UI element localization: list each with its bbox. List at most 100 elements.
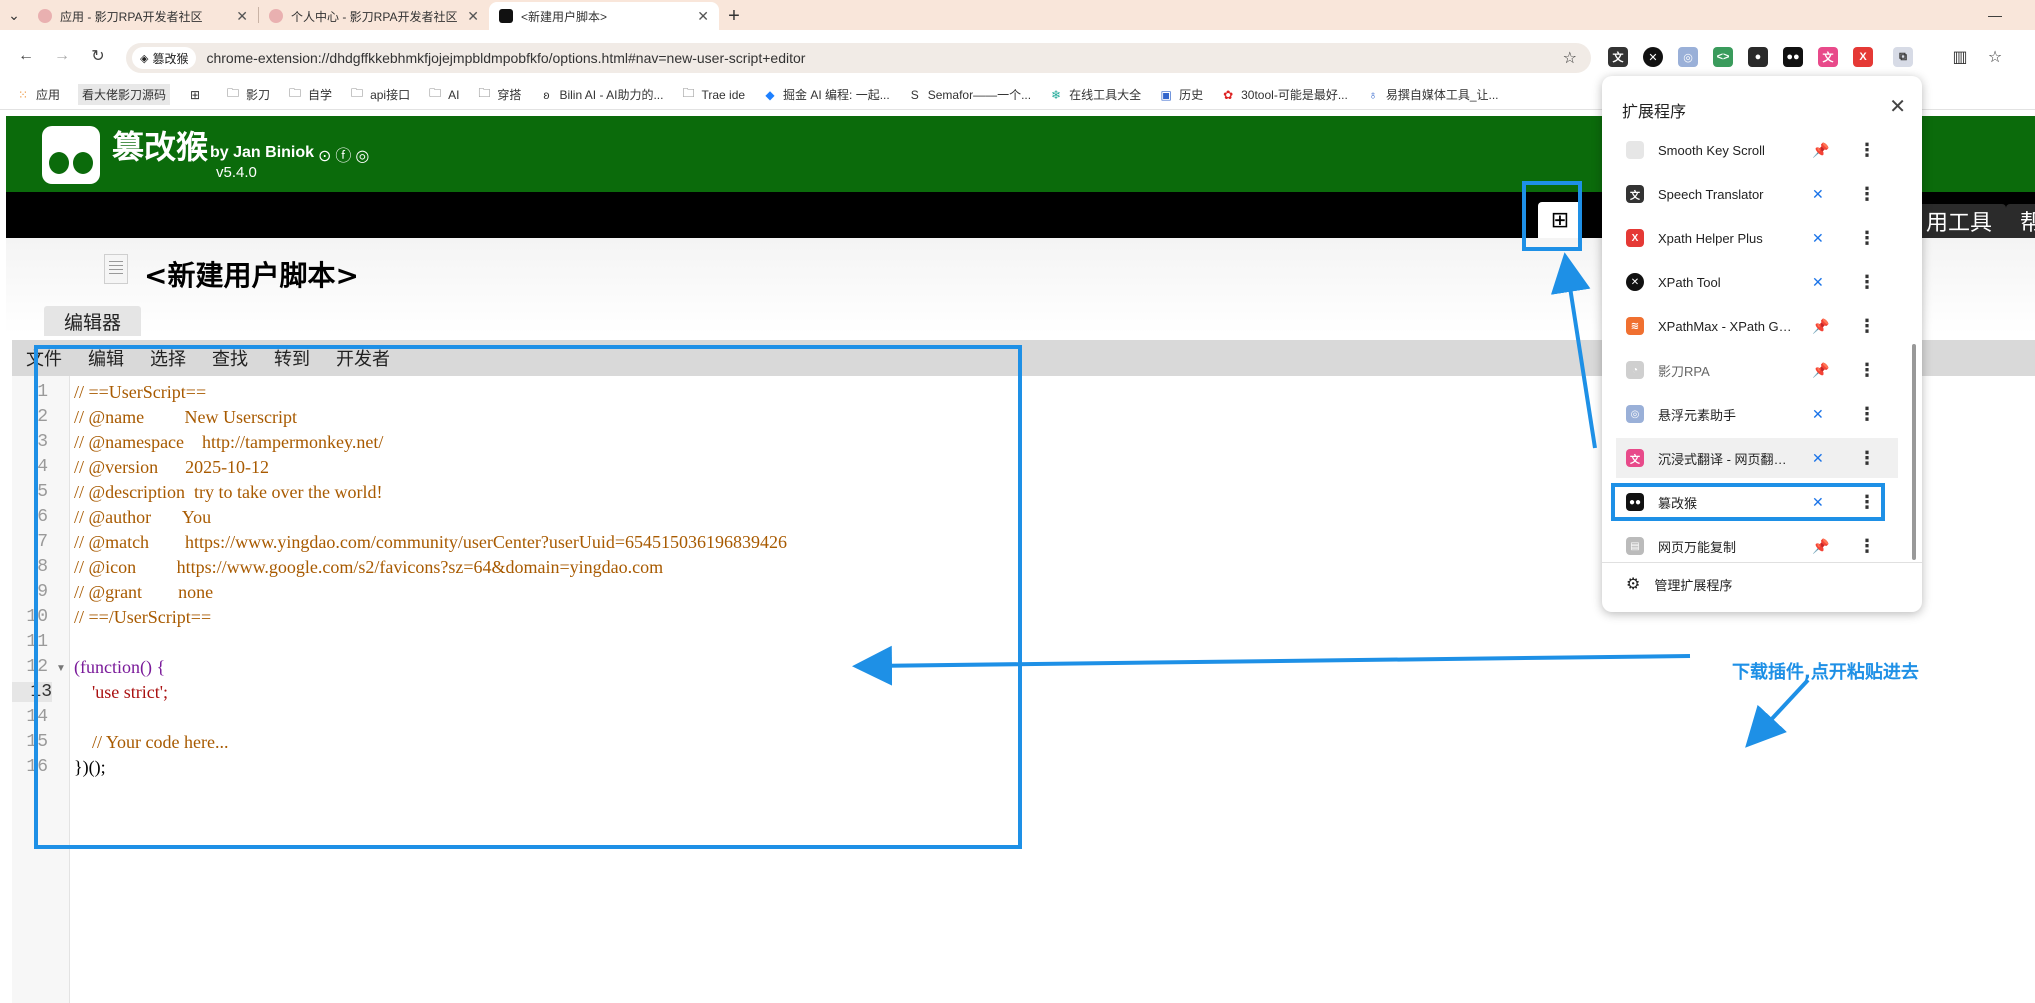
more-vert-icon[interactable]: ⋮ — [1858, 360, 1876, 381]
xpath-icon[interactable]: X — [1853, 47, 1873, 67]
pin-icon[interactable]: 📌 — [1812, 318, 1829, 335]
bookmark-item[interactable]: ⁙ 应用 — [16, 86, 60, 103]
extensions-scrollbar[interactable] — [1912, 344, 1916, 560]
menu-developer[interactable]: 开发者 — [336, 345, 390, 371]
nav-tab-utilities[interactable]: 用工具 — [1912, 204, 2007, 238]
browser-tab[interactable]: 应用 - 影刀RPA开发者社区 ✕ — [28, 2, 258, 30]
code-line: // @match https://www.yingdao.com/commun… — [74, 532, 787, 552]
more-vert-icon[interactable]: ⋮ — [1858, 272, 1876, 293]
unpin-icon[interactable]: ✕ — [1812, 406, 1824, 423]
line-number: 14 — [26, 707, 48, 727]
menu-select[interactable]: 选择 — [150, 345, 186, 371]
code-icon[interactable]: <> — [1713, 47, 1733, 67]
unpin-icon[interactable]: ✕ — [1812, 274, 1824, 291]
bookmark-folder[interactable]: 🗀 AI — [428, 86, 459, 102]
line-number: 10 — [26, 607, 48, 627]
unpin-icon[interactable]: ✕ — [1812, 186, 1824, 203]
extension-item[interactable]: 文 沉浸式翻译 - 网页翻译... ✕ ⋮ — [1616, 438, 1898, 478]
tab-search-icon[interactable]: ⌄ — [0, 0, 28, 30]
bookmark-item[interactable]: ❄ 在线工具大全 — [1049, 86, 1141, 103]
bookmark-item[interactable]: 看大佬影刀源码 — [78, 84, 171, 105]
new-script-tab-icon[interactable]: ⊞ — [1538, 202, 1582, 238]
tampermonkey-icon[interactable]: ●● — [1783, 47, 1803, 67]
unpin-icon[interactable]: ✕ — [1812, 494, 1824, 511]
fold-arrow-icon[interactable]: ▼ — [56, 663, 66, 674]
extension-name: 影刀RPA — [1658, 363, 1710, 379]
extension-item[interactable]: ▤ 网页万能复制 📌 ⋮ — [1616, 526, 1898, 566]
bookmark-item[interactable]: ♁ 易撰自媒体工具_让... — [1366, 86, 1498, 103]
new-tab-button[interactable]: + — [719, 2, 749, 30]
more-vert-icon[interactable]: ⋮ — [1858, 404, 1876, 425]
bookmark-folder[interactable]: 🗀 api接口 — [350, 86, 410, 103]
code-line: // @namespace http://tampermonkey.net/ — [74, 432, 384, 452]
bookmark-item[interactable]: ✿ 30tool-可能是最好... — [1221, 86, 1348, 103]
nav-tab-help[interactable]: 帮 — [2006, 204, 2035, 238]
close-icon[interactable]: ✕ — [1889, 94, 1906, 119]
extension-item[interactable]: ◔ 影刀RPA 📌 ⋮ — [1616, 350, 1898, 390]
bookmark-item[interactable]: ⊞ — [188, 88, 208, 102]
float-element-icon[interactable]: ◎ — [1678, 47, 1698, 67]
xpath-tool-icon[interactable]: ✕ — [1643, 47, 1663, 67]
bookmark-folder[interactable]: 🗀 影刀 — [226, 86, 270, 103]
extension-item[interactable]: ◎ 悬浮元素助手 ✕ ⋮ — [1616, 394, 1898, 434]
code-line: // Your code here... — [74, 732, 229, 752]
bookmark-item[interactable]: S Semafor——一个... — [908, 86, 1031, 103]
tab-editor[interactable]: 编辑器 — [44, 306, 142, 336]
close-icon[interactable]: ✕ — [236, 8, 248, 25]
bookmark-label: 在线工具大全 — [1069, 88, 1142, 102]
pin-icon[interactable]: 📌 — [1812, 538, 1829, 555]
social-icons[interactable]: ⊙ⓕ◎ — [318, 142, 373, 166]
extensions-puzzle-icon[interactable]: ⧉ — [1893, 47, 1913, 67]
script-file-icon — [104, 254, 128, 284]
bookmark-star-icon[interactable]: ☆ — [1563, 48, 1577, 68]
pin-icon[interactable]: 📌 — [1812, 142, 1829, 159]
tampermonkey-favicon-icon — [499, 9, 513, 23]
pin-icon[interactable]: 📌 — [1812, 362, 1829, 379]
yingdao-favicon-icon — [269, 9, 283, 23]
extension-item-tampermonkey[interactable]: ●● 篡改猴 ✕ ⋮ — [1616, 482, 1898, 522]
extension-item[interactable]: ✕ XPath Tool ✕ ⋮ — [1616, 262, 1898, 302]
more-vert-icon[interactable]: ⋮ — [1858, 316, 1876, 337]
side-panel-icon[interactable]: ▥ — [1950, 47, 1970, 67]
menu-goto[interactable]: 转到 — [274, 345, 310, 371]
unpin-icon[interactable]: ✕ — [1812, 230, 1824, 247]
extension-item[interactable]: 文 Speech Translator ✕ ⋮ — [1616, 174, 1898, 214]
browser-tab-active[interactable]: <新建用户脚本> ✕ — [489, 2, 719, 30]
more-vert-icon[interactable]: ⋮ — [1858, 448, 1876, 469]
more-vert-icon[interactable]: ⋮ — [1858, 140, 1876, 161]
extension-item[interactable]: Smooth Key Scroll 📌 ⋮ — [1616, 130, 1898, 170]
back-icon[interactable]: ← — [14, 44, 38, 68]
extension-item[interactable]: ≋ XPathMax - XPath Ge... 📌 ⋮ — [1616, 306, 1898, 346]
menu-find[interactable]: 查找 — [212, 345, 248, 371]
menu-file[interactable]: 文件 — [26, 345, 62, 371]
translate-icon[interactable]: 文 — [1608, 47, 1628, 67]
minimize-icon[interactable]: — — [1975, 0, 2015, 30]
menu-edit[interactable]: 编辑 — [88, 345, 124, 371]
bookmark-folder[interactable]: 🗀 自学 — [288, 86, 332, 103]
more-vert-icon[interactable]: ⋮ — [1858, 492, 1876, 513]
reload-icon[interactable]: ↻ — [86, 44, 110, 68]
bilin-icon: ʚ — [543, 87, 550, 102]
more-vert-icon[interactable]: ⋮ — [1858, 536, 1876, 557]
panda-icon[interactable]: ● — [1748, 47, 1768, 67]
bookmark-label: api接口 — [370, 88, 411, 102]
close-icon[interactable]: ✕ — [467, 8, 479, 25]
close-icon[interactable]: ✕ — [697, 8, 709, 25]
browser-tab[interactable]: 个人中心 - 影刀RPA开发者社区 ✕ — [259, 2, 489, 30]
manage-extensions-link[interactable]: ⚙ 管理扩展程序 — [1626, 574, 1732, 594]
bookmark-folder[interactable]: 🗀 Trae ide — [681, 86, 745, 102]
yingdao-icon: ◔ — [1626, 361, 1644, 379]
bookmark-item[interactable]: ◆ 掘金 AI 编程: 一起... — [763, 86, 889, 103]
bookmarks-icon[interactable]: ☆ — [1985, 47, 2005, 67]
extension-chip[interactable]: ◈ 篡改猴 — [132, 47, 197, 69]
forward-icon[interactable]: → — [50, 44, 74, 68]
bookmark-folder[interactable]: 🗀 穿搭 — [477, 86, 521, 103]
more-vert-icon[interactable]: ⋮ — [1858, 184, 1876, 205]
immersive-translate-icon[interactable]: 文 — [1818, 47, 1838, 67]
bookmark-item[interactable]: ʚ Bilin AI - AI助力的... — [539, 86, 663, 103]
extension-item[interactable]: X Xpath Helper Plus ✕ ⋮ — [1616, 218, 1898, 258]
unpin-icon[interactable]: ✕ — [1812, 450, 1824, 467]
bookmark-item[interactable]: ▣ 历史 — [1159, 86, 1203, 103]
address-bar[interactable]: ◈ 篡改猴 chrome-extension://dhdgffkkebhmkfjo… — [126, 43, 1591, 73]
more-vert-icon[interactable]: ⋮ — [1858, 228, 1876, 249]
